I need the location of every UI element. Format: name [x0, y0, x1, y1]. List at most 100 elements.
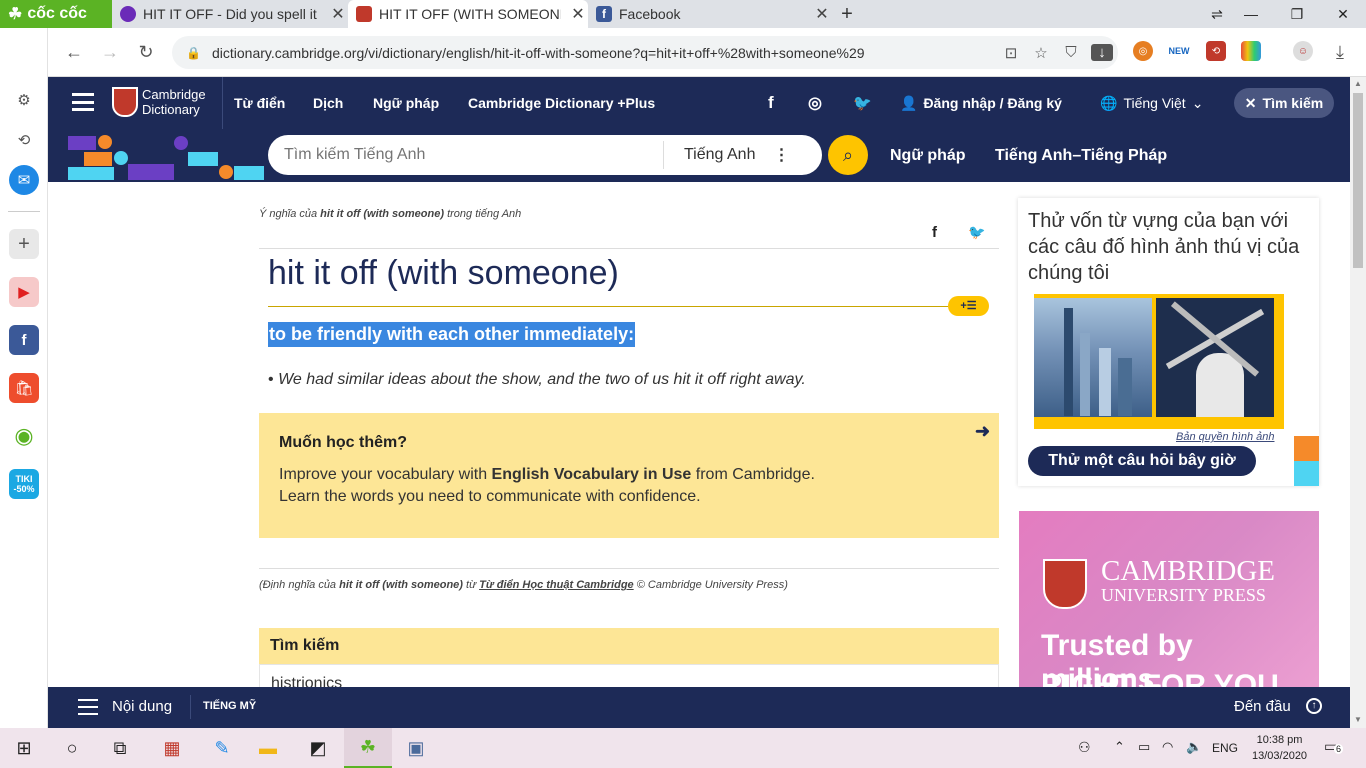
nav-translate[interactable]: Dịch [313, 77, 343, 129]
search-input[interactable] [268, 146, 663, 164]
tab-favicon-icon [120, 6, 136, 22]
task-view-icon[interactable]: ⧉ [96, 728, 144, 768]
show-hidden-icons-icon[interactable]: ⌃ [1114, 739, 1125, 755]
history-icon[interactable]: ⟲ [9, 125, 39, 155]
forward-arrow-icon[interactable]: → [94, 28, 126, 77]
arrow-up-icon[interactable]: ↑ [1306, 698, 1322, 714]
contents-link[interactable]: Nội dung [112, 698, 172, 715]
cambridge-press-ad[interactable]: CAMBRIDGE UNIVERSITY PRESS Trusted by mi… [1019, 511, 1319, 687]
tab-3[interactable]: f Facebook ✕ [588, 0, 832, 28]
back-to-top-link[interactable]: Đến đầu [1234, 698, 1291, 715]
nav-dictionary[interactable]: Từ điển [234, 77, 285, 129]
youtube-icon[interactable]: ▶ [9, 277, 39, 307]
nav2-english-french[interactable]: Tiếng Anh–Tiếng Pháp [995, 129, 1167, 182]
people-icon[interactable]: ⚇ [1078, 739, 1091, 756]
download-page-icon[interactable]: ↓ [1091, 44, 1113, 61]
share-facebook-icon[interactable]: f [932, 224, 937, 241]
language-selector[interactable]: 🌐 Tiếng Việt ⌄ [1100, 77, 1203, 129]
learn-book-link[interactable]: English Vocabulary in Use [492, 466, 692, 483]
sticky-app-icon[interactable]: ◩ [294, 728, 342, 768]
messenger-icon[interactable]: ✉ [9, 165, 39, 195]
credit-dictionary-link[interactable]: Từ điển Học thuật Cambridge [479, 579, 634, 591]
extension-red-icon[interactable]: ⟲ [1206, 41, 1226, 61]
translate-icon[interactable]: ⊡ [996, 44, 1026, 62]
more-options-icon: ⋮ [773, 147, 790, 164]
app-paint-icon[interactable]: ✎ [198, 728, 246, 768]
file-explorer-icon[interactable]: ▬ [244, 728, 292, 768]
city-skyline-image[interactable] [1034, 298, 1152, 417]
page-scrollbar[interactable]: ▲ ▼ [1350, 77, 1366, 728]
decorative-square [1294, 436, 1319, 461]
region-label[interactable]: TIẾNG MỸ [203, 700, 256, 712]
address-bar[interactable]: 🔒 dictionary.cambridge.org/vi/dictionary… [172, 36, 1118, 69]
close-tab-icon[interactable]: ✕ [812, 4, 832, 24]
close-tab-icon[interactable]: ✕ [568, 4, 588, 24]
close-tab-icon[interactable]: ✕ [328, 4, 348, 24]
twitter-icon[interactable]: 🐦 [853, 77, 872, 129]
new-tab-plus-icon[interactable]: + [836, 0, 858, 28]
extension-color-icon[interactable] [1241, 41, 1261, 61]
tiki-icon[interactable]: TIKI -50% [9, 469, 39, 499]
extension-new-icon[interactable]: NEW [1166, 41, 1192, 61]
image-copyright-link[interactable]: Bản quyền hình ảnh [1176, 431, 1274, 443]
share-twitter-icon[interactable]: 🐦 [968, 224, 985, 241]
search-language-dropdown[interactable]: Tiếng Anh ⋮ [664, 145, 789, 165]
instagram-icon[interactable]: ◎ [808, 77, 822, 129]
try-quiz-button[interactable]: Thử một câu hỏi bây giờ [1028, 446, 1256, 476]
wifi-icon[interactable]: ◠ [1162, 739, 1173, 755]
add-to-list-button[interactable]: +☰ [948, 296, 989, 316]
minimize-icon[interactable]: — [1228, 0, 1274, 28]
nav-grammar[interactable]: Ngữ pháp [373, 77, 439, 129]
battery-icon[interactable]: ▭ [1138, 739, 1150, 755]
tab-strip: ☘ cốc cốc HIT IT OFF - Did you spell it … [0, 0, 1366, 28]
coccoc-map-icon[interactable]: ◉ [9, 421, 39, 451]
browser-brand[interactable]: ☘ cốc cốc [0, 0, 112, 28]
close-window-icon[interactable]: ✕ [1320, 0, 1366, 28]
example-bullet: • [268, 371, 274, 388]
shopee-icon[interactable]: 🛍 [9, 373, 39, 403]
restore-icon[interactable]: ❐ [1274, 0, 1320, 28]
notification-icon[interactable]: ▭ 6 [1324, 738, 1344, 756]
contents-menu-icon[interactable] [78, 699, 98, 715]
learn-line2: Learn the words you need to communicate … [279, 488, 701, 505]
nav2-grammar[interactable]: Ngữ pháp [890, 129, 966, 182]
extension-circle-icon[interactable]: ◎ [1133, 41, 1153, 61]
volume-icon[interactable]: 🔈 [1186, 739, 1202, 755]
settings-gear-icon[interactable]: ⚙ [9, 85, 39, 115]
add-panel-icon[interactable]: + [9, 229, 39, 259]
scroll-down-icon[interactable]: ▼ [1354, 715, 1362, 724]
windows-taskbar: ⊞ ○ ⧉ ▦ ✎ ▬ ◩ ☘ ▣ ⚇ ⌃ ▭ ◠ 🔈 ENG 10:38 pm… [0, 728, 1366, 768]
downloads-icon[interactable]: ⤓ [1324, 28, 1356, 77]
input-language[interactable]: ENG [1212, 741, 1238, 755]
windows-start-icon[interactable]: ⊞ [0, 728, 48, 768]
search-toggle-button[interactable]: ✕ Tìm kiếm [1234, 88, 1334, 118]
tab-2-active[interactable]: HIT IT OFF (WITH SOMEONE) ✕ [348, 0, 588, 28]
scroll-up-icon[interactable]: ▲ [1354, 79, 1362, 88]
shield-icon[interactable]: ⛉ [1056, 44, 1086, 61]
photos-app-icon[interactable]: ▣ [392, 728, 440, 768]
profile-avatar-icon[interactable]: ☺ [1293, 41, 1313, 61]
site-logo[interactable]: Cambridge Dictionary [142, 87, 206, 117]
app-pinned-icon[interactable]: ▦ [148, 728, 196, 768]
logo-line2: Dictionary [142, 102, 200, 117]
search-submit-button[interactable]: ⌕ [828, 135, 868, 175]
nav-plus[interactable]: Cambridge Dictionary +Plus [468, 77, 655, 129]
tab-1[interactable]: HIT IT OFF - Did you spell it c ✕ [112, 0, 348, 28]
facebook-icon[interactable]: f [768, 77, 774, 129]
windmill-image[interactable] [1156, 298, 1274, 417]
bookmark-star-icon[interactable]: ☆ [1026, 44, 1056, 62]
coccoc-taskbar-icon[interactable]: ☘ [344, 728, 392, 768]
facebook-icon[interactable]: f [9, 325, 39, 355]
search-language-label: Tiếng Anh [684, 146, 756, 163]
hamburger-menu-icon[interactable] [72, 93, 94, 111]
arrow-right-icon[interactable]: ➜ [975, 421, 990, 442]
scroll-thumb[interactable] [1353, 93, 1363, 268]
back-arrow-icon[interactable]: ← [58, 28, 90, 77]
clock[interactable]: 10:38 pm 13/03/2020 [1252, 732, 1307, 764]
browse-item[interactable]: histrionics [271, 675, 342, 687]
login-link[interactable]: 👤 Đăng nhập / Đăng ký [900, 77, 1062, 129]
reload-icon[interactable]: ↻ [130, 28, 162, 77]
tiki-discount: -50% [13, 484, 35, 494]
cortana-search-icon[interactable]: ○ [48, 728, 96, 768]
quiz-text: Thử vốn từ vựng của bạn với các câu đố h… [1028, 210, 1300, 284]
